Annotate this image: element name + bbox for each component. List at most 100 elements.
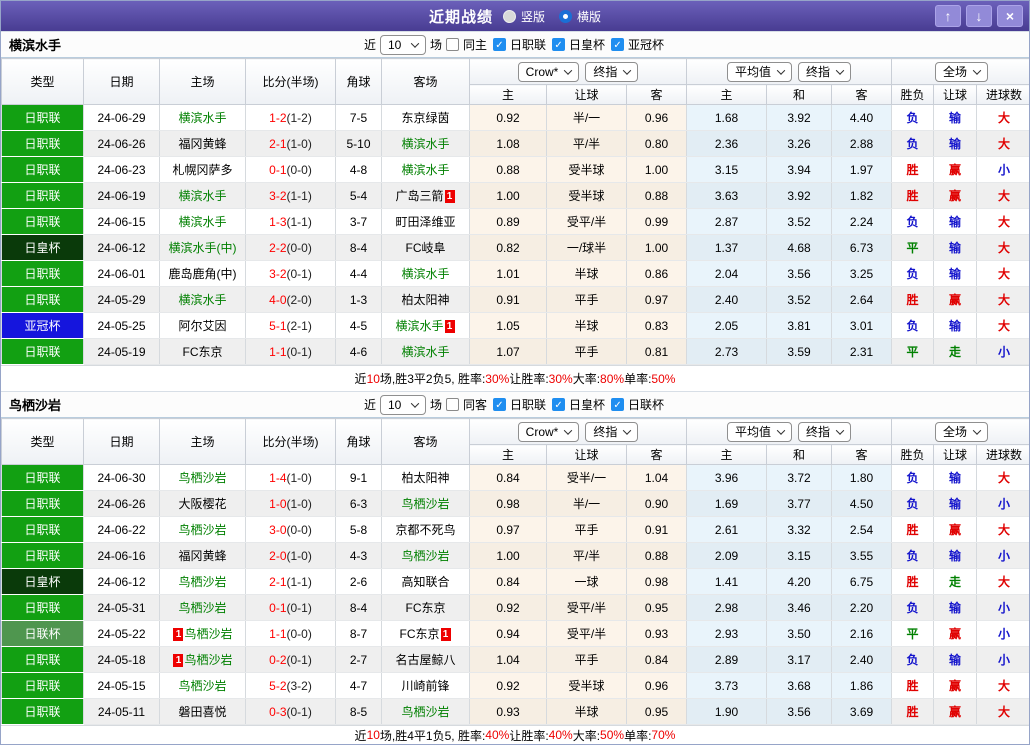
away-team-name: 名古屋鲸八 xyxy=(395,653,456,667)
match-date: 24-06-23 xyxy=(83,156,160,183)
same-away-label: 同客 xyxy=(462,398,487,412)
subcol-handicap: 让球 xyxy=(546,444,627,465)
handicap-line: 受半球 xyxy=(546,672,627,699)
league-acl-label: 亚冠杯 xyxy=(628,38,665,52)
league-emperor-cup-checkbox[interactable]: ✓ xyxy=(552,38,566,51)
league-league-cup-checkbox[interactable]: ✓ xyxy=(611,398,625,411)
league-j1-checkbox[interactable]: ✓ xyxy=(493,398,506,411)
match-score-cell: 5-1(2-1) xyxy=(245,312,336,339)
corner-count: 4-3 xyxy=(335,542,382,569)
avg-home-odds: 2.61 xyxy=(686,516,767,543)
home-team-cell: 横滨水手 xyxy=(159,104,246,131)
corner-count: 4-8 xyxy=(335,156,382,183)
match-row: 日职联 24-06-26 福冈黄蜂 2-1(1-0) 5-10 横滨水手 1.08 平/半 0.… xyxy=(1,130,1029,157)
full-match-select[interactable]: 全场 xyxy=(935,61,989,82)
summary-text: 50% xyxy=(651,371,676,386)
radio-selected-icon[interactable] xyxy=(559,9,572,23)
average-select[interactable]: 平均值 xyxy=(726,61,792,82)
handicap-result: 走 xyxy=(933,568,978,595)
summary-text: 10 xyxy=(366,728,380,742)
arrow-up-icon: ↑ xyxy=(944,8,952,24)
halftime-score: (1-1) xyxy=(286,188,312,203)
odds-source-select[interactable]: Crow* xyxy=(517,61,580,82)
avg-draw-odds: 3.68 xyxy=(766,672,832,699)
final-odds-select[interactable]: 终指 xyxy=(585,421,639,442)
layout-radio-group: 竖版 横版 xyxy=(502,8,601,25)
fulltime-score: 1-0 xyxy=(269,496,287,511)
home-team-cell: 磐田喜悦 xyxy=(159,698,246,725)
league-j1-checkbox[interactable]: ✓ xyxy=(493,38,506,51)
near-label: 近 xyxy=(363,38,376,52)
goals-result: 小 xyxy=(976,338,1029,365)
home-team-name: 磐田喜悦 xyxy=(178,705,227,719)
away-odds: 0.96 xyxy=(626,672,687,699)
match-type-badge: 亚冠杯 xyxy=(1,312,84,339)
chevron-down-icon xyxy=(972,65,982,75)
final-average-select[interactable]: 终指 xyxy=(798,61,852,82)
goals-result: 大 xyxy=(976,464,1029,491)
avg-draw-odds: 3.17 xyxy=(766,646,832,673)
final-average-select[interactable]: 终指 xyxy=(798,421,852,442)
away-team-name: FC东京 xyxy=(399,627,440,641)
final-odds-select[interactable]: 终指 xyxy=(585,61,639,82)
avg-draw-odds: 4.20 xyxy=(766,568,832,595)
results-table: 类型 日期 主场 比分(半场) 角球 客场 Crow* 终指 平均值 终指 全场… xyxy=(1,58,1029,365)
handicap-result: 走 xyxy=(933,338,978,365)
average-select[interactable]: 平均值 xyxy=(726,421,792,442)
match-score-cell: 0-3(0-1) xyxy=(245,698,336,725)
away-odds: 1.00 xyxy=(626,156,687,183)
summary-text: 40% xyxy=(548,728,573,742)
home-team-cell: 阿尔艾因 xyxy=(159,312,246,339)
handicap-line: 受半球 xyxy=(546,156,627,183)
away-team-cell: 鸟栖沙岩 xyxy=(381,698,470,725)
goals-result: 小 xyxy=(976,646,1029,673)
summary-row: 近 10 场,胜4平1负5, 胜率: 40% 让胜率: 40% 大率: 50% 单率: 70… xyxy=(1,725,1029,744)
team-section-header: 横滨水手 近 10 场 同主 ✓ 日职联 ✓ 日皇杯 ✓ 亚冠杯 xyxy=(1,31,1029,58)
avg-draw-odds: 3.94 xyxy=(766,156,832,183)
home-team-cell: 札幌冈萨多 xyxy=(159,156,246,183)
handicap-result: 输 xyxy=(933,464,978,491)
odds-source-select[interactable]: Crow* xyxy=(517,421,580,442)
home-team-cell: 鸟栖沙岩 xyxy=(159,594,246,621)
close-button[interactable]: × xyxy=(997,5,1023,27)
same-home-checkbox[interactable] xyxy=(445,38,459,51)
winlose-result: 平 xyxy=(891,234,935,261)
radio-horizontal-layout[interactable]: 横版 xyxy=(559,8,601,25)
league-emperor-cup-checkbox[interactable]: ✓ xyxy=(552,398,566,411)
handicap-line: 平手 xyxy=(546,646,627,673)
same-away-checkbox[interactable] xyxy=(445,398,459,411)
away-odds: 0.80 xyxy=(626,130,687,157)
full-match-select[interactable]: 全场 xyxy=(935,421,989,442)
home-team-name: 鹿岛鹿角(中) xyxy=(168,267,237,281)
move-down-button[interactable]: ↓ xyxy=(966,5,992,27)
avg-draw-odds: 3.26 xyxy=(766,130,832,157)
match-count-select[interactable]: 10 xyxy=(379,34,426,55)
home-team-name: 阿尔艾因 xyxy=(178,319,227,333)
goals-result: 大 xyxy=(976,182,1029,209)
match-date: 24-06-16 xyxy=(83,542,160,569)
corner-count: 3-7 xyxy=(335,208,382,235)
handicap-result: 输 xyxy=(933,646,978,673)
handicap-result: 输 xyxy=(933,542,978,569)
home-team-name: 横滨水手(中) xyxy=(168,241,237,255)
match-count-select[interactable]: 10 xyxy=(379,394,426,415)
away-team-cell: 川崎前锋 xyxy=(381,672,470,699)
handicap-result: 赢 xyxy=(933,286,978,313)
move-up-button[interactable]: ↑ xyxy=(935,5,961,27)
away-team-cell: 广岛三箭 1 xyxy=(381,182,470,209)
radio-vertical-layout[interactable]: 竖版 xyxy=(502,8,545,25)
away-team-cell: FC东京 1 xyxy=(381,620,470,647)
radio-unselected-icon[interactable] xyxy=(502,9,516,23)
league-acl-checkbox[interactable]: ✓ xyxy=(611,38,625,51)
corner-count: 5-4 xyxy=(335,182,382,209)
match-row: 日职联 24-05-29 横滨水手 4-0(2-0) 1-3 柏太阳神 0.91 平手 0.97… xyxy=(1,286,1029,313)
winlose-result: 负 xyxy=(891,464,935,491)
avg-away-odds: 2.54 xyxy=(830,516,893,543)
team-title: 横滨水手 xyxy=(9,38,62,53)
halftime-score: (1-1) xyxy=(286,214,312,229)
handicap-line: 一/球半 xyxy=(546,234,627,261)
match-row: 日职联 24-06-19 横滨水手 3-2(1-1) 5-4 广岛三箭 1 1.00 受半球 0.… xyxy=(1,182,1029,209)
halftime-score: (0-1) xyxy=(286,600,312,615)
winlose-result: 负 xyxy=(891,646,935,673)
handicap-result: 输 xyxy=(933,234,978,261)
